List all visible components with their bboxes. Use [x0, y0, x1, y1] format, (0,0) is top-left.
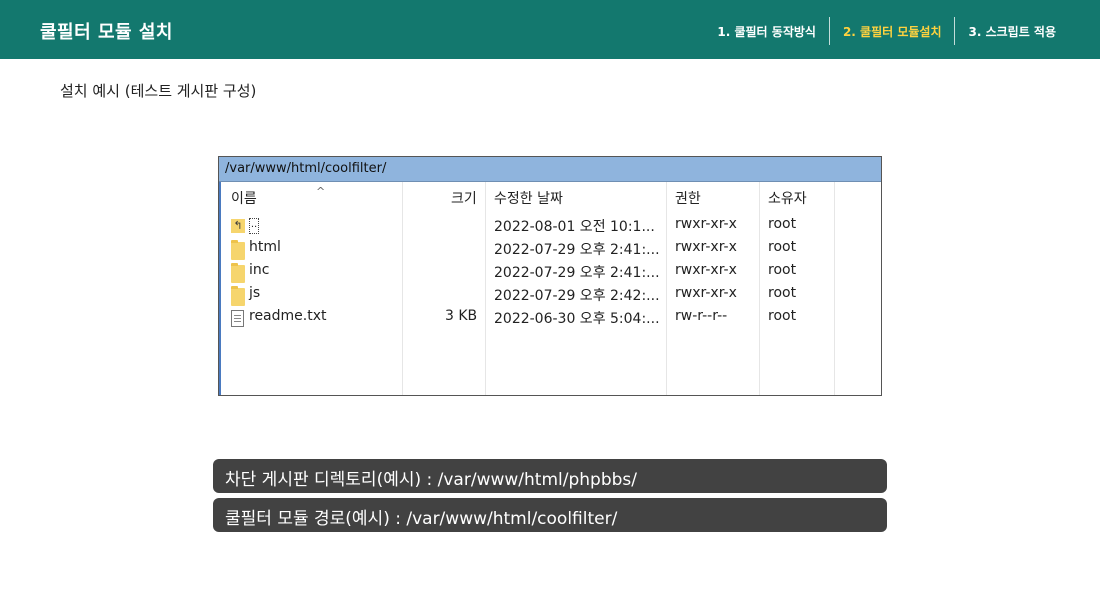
header-bar: 쿨필터 모듈 설치 1. 쿨필터 동작방식 2. 쿨필터 모듈설치 3. 스크립… [0, 0, 1100, 59]
file-row-js[interactable]: js 2022-07-29 오후 2:42:... rwxr-xr-x root [221, 285, 841, 308]
step-nav: 1. 쿨필터 동작방식 2. 쿨필터 모듈설치 3. 스크립트 적용 [704, 17, 1060, 45]
step-1-link[interactable]: 1. 쿨필터 동작방식 [704, 23, 829, 40]
sort-ascending-icon: ^ [316, 185, 326, 198]
module-path-note: 쿨필터 모듈 경로(예시) : /var/www/html/coolfilter… [213, 498, 887, 532]
page-title: 쿨필터 모듈 설치 [40, 22, 173, 43]
step-2-link[interactable]: 2. 쿨필터 모듈설치 [830, 23, 955, 40]
permission-cell: rw-r--r-- [675, 308, 728, 324]
section-subtitle: 설치 예시 (테스트 게시판 구성) [60, 82, 257, 100]
file-name-cell: readme.txt [249, 308, 327, 324]
modified-cell: 2022-06-30 오후 5:04:... [494, 311, 660, 327]
permission-cell: rwxr-xr-x [675, 239, 737, 255]
owner-cell: root [768, 262, 797, 278]
file-row-inc[interactable]: inc 2022-07-29 오후 2:41:... rwxr-xr-x roo… [221, 262, 841, 285]
file-name-cell: js [249, 285, 261, 301]
parent-dir-name: .. [249, 218, 259, 234]
file-name-cell: html [249, 239, 281, 255]
modified-cell: 2022-07-29 오후 2:41:... [494, 265, 660, 281]
file-row-parent[interactable]: ↰ .. 2022-08-01 오전 10:1... rwxr-xr-x roo… [221, 216, 841, 239]
owner-cell: root [768, 216, 797, 232]
permission-cell: rwxr-xr-x [675, 262, 737, 278]
folder-icon [231, 240, 245, 260]
step-3-link[interactable]: 3. 스크립트 적용 [955, 23, 1060, 40]
column-header-modified[interactable]: 수정한 날짜 [494, 188, 563, 208]
folder-icon [231, 263, 245, 283]
owner-cell: root [768, 285, 797, 301]
file-explorer-window: /var/www/html/coolfilter/ 이름 ^ 크기 수정한 날짜… [218, 156, 882, 396]
folder-icon [231, 286, 245, 306]
permission-cell: rwxr-xr-x [675, 285, 737, 301]
column-header-owner[interactable]: 소유자 [768, 188, 807, 208]
owner-cell: root [768, 239, 797, 255]
text-file-icon [231, 310, 244, 327]
up-folder-icon: ↰ [231, 219, 245, 233]
modified-cell: 2022-07-29 오후 2:41:... [494, 242, 660, 258]
file-list: 이름 ^ 크기 수정한 날짜 권한 소유자 ↰ .. 2022-08-01 오전… [219, 182, 881, 395]
modified-cell: 2022-07-29 오후 2:42:... [494, 288, 660, 304]
column-header-size[interactable]: 크기 [451, 188, 477, 208]
file-row-html[interactable]: html 2022-07-29 오후 2:41:... rwxr-xr-x ro… [221, 239, 841, 262]
column-header-name[interactable]: 이름 ^ [231, 185, 401, 208]
owner-cell: root [768, 308, 797, 324]
file-row-readme[interactable]: readme.txt 3 KB 2022-06-30 오후 5:04:... r… [221, 308, 841, 331]
column-header-name-label: 이름 [231, 191, 257, 207]
column-header-permission[interactable]: 권한 [675, 188, 701, 208]
modified-cell: 2022-08-01 오전 10:1... [494, 219, 655, 235]
size-cell: 3 KB [445, 308, 478, 324]
permission-cell: rwxr-xr-x [675, 216, 737, 232]
path-bar[interactable]: /var/www/html/coolfilter/ [219, 157, 881, 182]
blocked-board-path-note: 차단 게시판 디렉토리(예시) : /var/www/html/phpbbs/ [213, 459, 887, 493]
file-name-cell: inc [249, 262, 270, 278]
